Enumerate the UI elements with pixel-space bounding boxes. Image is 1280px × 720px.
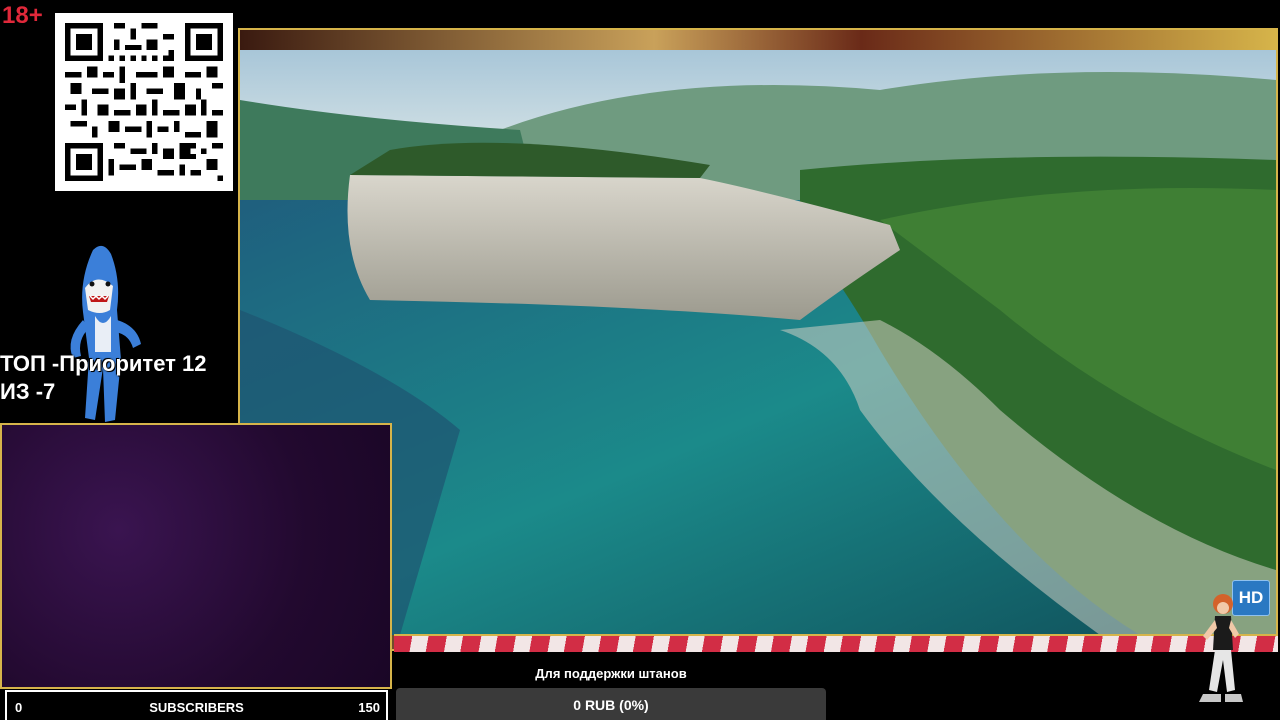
priority-line-1: ТОП -Приоритет 12 — [0, 351, 207, 376]
coastline-scene — [240, 50, 1276, 635]
subscribers-max: 150 — [358, 700, 380, 715]
dancer-figure-icon — [1199, 594, 1243, 702]
dancer-figure — [1195, 590, 1247, 710]
priority-line-2: ИЗ -7 — [0, 379, 56, 404]
age-rating-badge: 18+ — [2, 2, 43, 29]
video-player[interactable] — [240, 50, 1276, 635]
donation-title: Для поддержки штанов — [535, 666, 687, 681]
video-bottom-strip — [394, 634, 1278, 652]
subscribers-label: SUBSCRIBERS — [149, 700, 244, 715]
priority-text: ТОП -Приоритет 12 ИЗ -7 — [0, 350, 207, 406]
subscribers-goal-bar: 0 SUBSCRIBERS 150 — [5, 690, 388, 720]
donation-progress-text: 0 RUB (0%) — [573, 697, 649, 713]
donation-progress-bar: 0 RUB (0%) — [396, 688, 826, 720]
webcam-panel — [0, 423, 392, 689]
qr-code — [55, 13, 233, 191]
qr-code-icon — [65, 23, 223, 181]
